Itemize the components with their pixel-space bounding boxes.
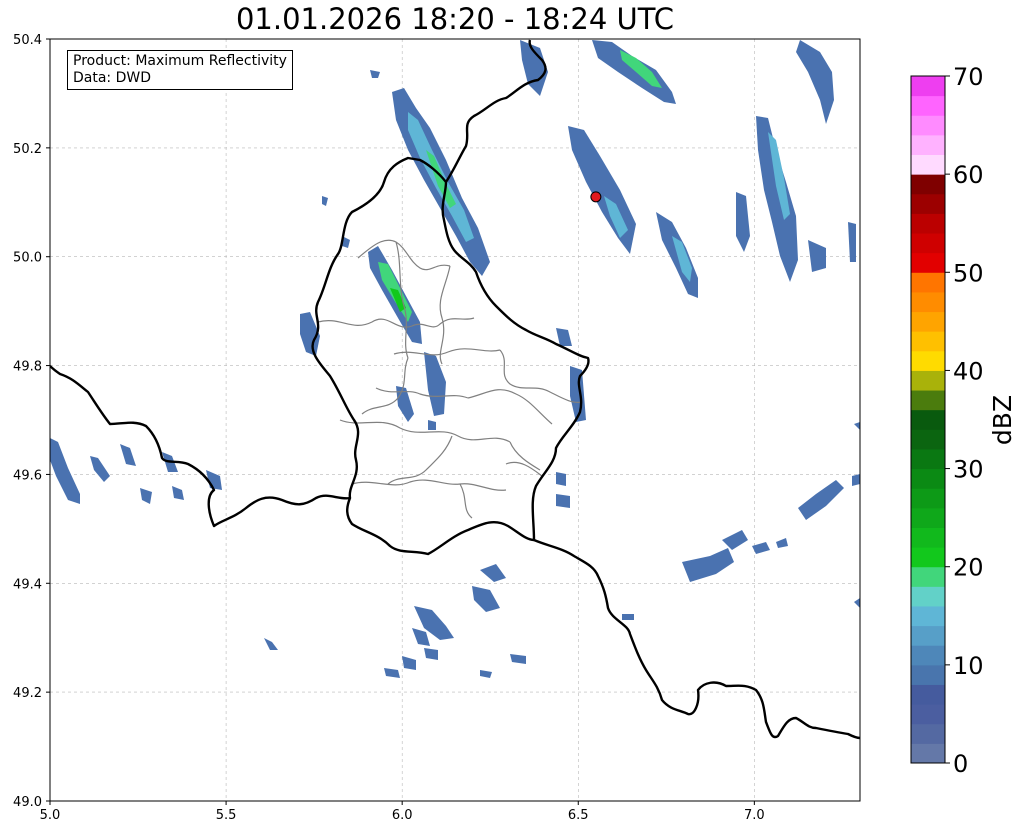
colorbar-tick-label: 50	[953, 259, 984, 287]
colorbar-segment	[911, 291, 945, 313]
colorbar-segment	[911, 252, 945, 273]
colorbar-segment	[911, 488, 945, 509]
colorbar-segment	[911, 174, 945, 195]
lon-tick-label: 6.5	[568, 808, 589, 823]
lat-axis: 49.0 49.2 49.4 49.6 49.8 50.0 50.2 50.4	[13, 33, 50, 810]
lon-tick-label: 5.0	[40, 808, 61, 823]
echo-band	[622, 614, 634, 620]
colorbar-segment	[911, 233, 945, 254]
colorbar-segment	[911, 193, 945, 214]
colorbar-segment	[911, 134, 945, 156]
colorbar	[911, 76, 945, 764]
colorbar-segment	[911, 154, 945, 175]
colorbar-segment	[911, 704, 945, 725]
colorbar-label: dBZ	[988, 395, 1017, 445]
colorbar-segment	[911, 370, 945, 391]
colorbar-tick-label: 40	[953, 357, 984, 385]
lat-tick-label: 49.0	[13, 795, 42, 810]
colorbar-segment	[911, 76, 945, 97]
colorbar-segment	[911, 743, 945, 764]
radar-site-marker[interactable]	[590, 191, 602, 203]
lat-tick-label: 50.2	[13, 142, 42, 157]
lon-tick-label: 7.0	[744, 808, 765, 823]
colorbar-segment	[911, 527, 945, 548]
lat-tick-label: 49.8	[13, 360, 42, 375]
colorbar-tick-label: 20	[953, 554, 984, 582]
colorbar-segment	[911, 95, 945, 116]
colorbar-segment	[911, 468, 945, 489]
product-label: Product: Maximum Reflectivity	[73, 53, 287, 69]
lat-tick-label: 49.2	[13, 686, 42, 701]
product-info-box: Product: Maximum Reflectivity Data: DWD	[67, 50, 293, 90]
colorbar-tick-label: 30	[953, 456, 984, 484]
data-source-label: Data: DWD	[73, 70, 151, 86]
lon-axis: 5.0 5.5 6.0 6.5 7.0	[40, 801, 765, 823]
lat-tick-label: 50.0	[13, 251, 42, 266]
colorbar-tick-label: 60	[953, 161, 984, 189]
colorbar-segment	[911, 605, 945, 627]
colorbar-tick-label: 0	[953, 750, 968, 778]
colorbar-segment	[911, 586, 945, 607]
radar-map: 5.0 5.5 6.0 6.5 7.0 49.0 49.2 49.4 49.6 49.8 50.0…	[13, 33, 1017, 823]
lon-tick-label: 5.5	[216, 808, 237, 823]
lat-tick-label: 50.4	[13, 33, 42, 48]
colorbar-segment	[911, 645, 945, 666]
colorbar-segment	[911, 547, 945, 568]
lon-tick-label: 6.0	[392, 808, 413, 823]
colorbar-segment	[911, 684, 945, 705]
colorbar-segment	[911, 272, 945, 293]
colorbar-ticks: 0 10 20 30 40 50 60 70	[945, 63, 984, 778]
colorbar-segment	[911, 566, 945, 587]
colorbar-segment	[911, 213, 945, 234]
colorbar-segment	[911, 429, 945, 450]
colorbar-segment	[911, 723, 945, 744]
colorbar-segment	[911, 664, 945, 685]
colorbar-segment	[911, 507, 945, 528]
colorbar-segment	[911, 350, 945, 371]
colorbar-tick-label: 70	[953, 63, 984, 91]
echo-band	[556, 472, 566, 486]
colorbar-segment	[911, 115, 945, 136]
lat-tick-label: 49.4	[13, 577, 42, 592]
colorbar-segment	[911, 625, 945, 646]
colorbar-segment	[911, 311, 945, 332]
colorbar-tick-label: 10	[953, 652, 984, 680]
colorbar-segment	[911, 448, 945, 470]
echo-band	[852, 474, 860, 486]
colorbar-segment	[911, 390, 945, 411]
echo-band	[556, 494, 570, 508]
colorbar-segment	[911, 331, 945, 352]
colorbar-segment	[911, 409, 945, 430]
lat-tick-label: 49.6	[13, 468, 42, 483]
